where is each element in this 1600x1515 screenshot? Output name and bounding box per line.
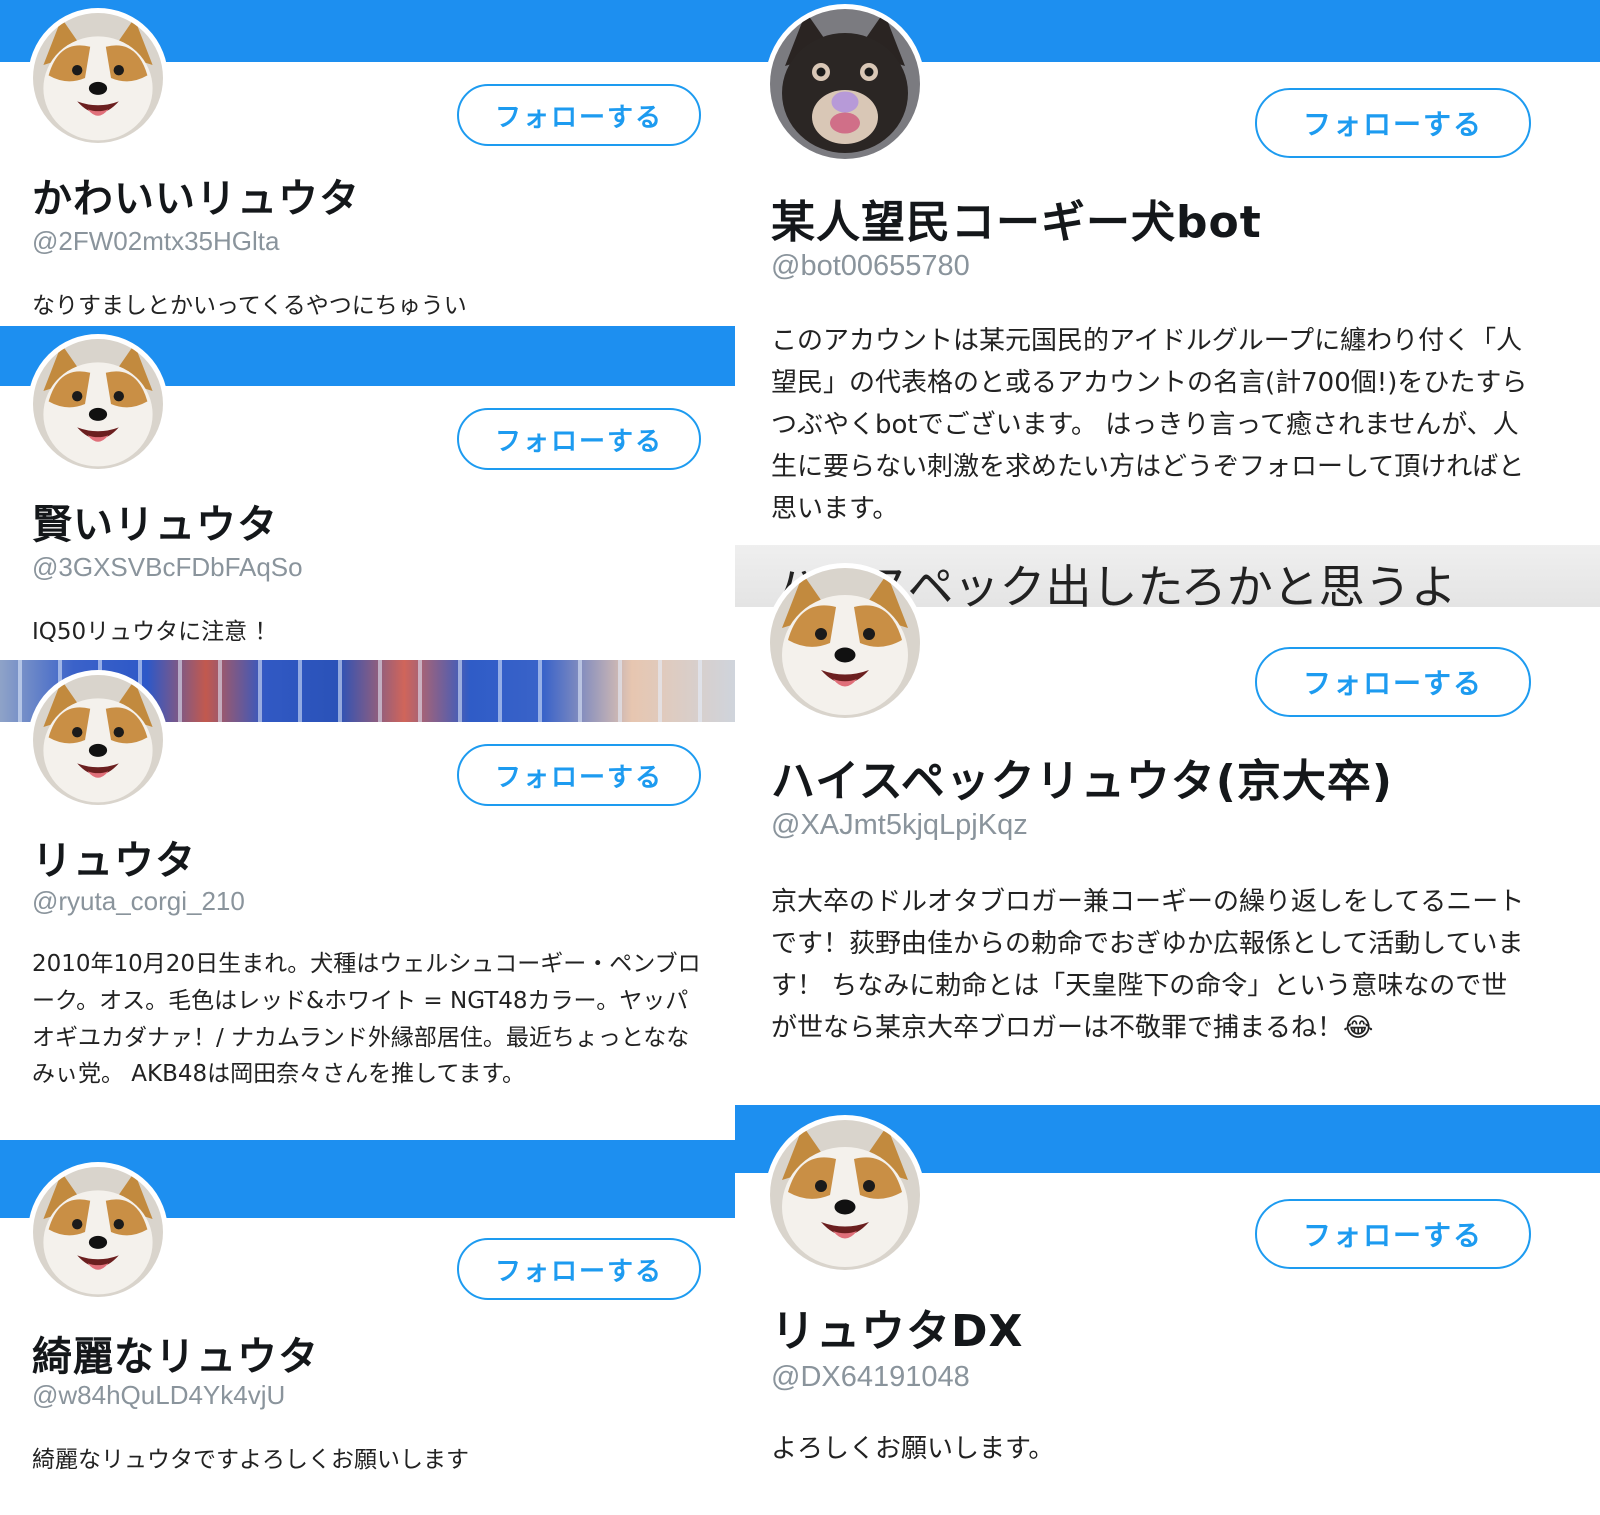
follow-button[interactable]: フォローする — [1255, 647, 1531, 717]
display-name: リュウタDX — [771, 1306, 1024, 1357]
user-handle: @ryuta_corgi_210 — [32, 886, 245, 916]
profile-card-4[interactable]: フォローする 綺麗なリュウタ @w84hQuLD4Yk4vjU 綺麗なリュウタで… — [0, 1140, 735, 1515]
dark-dog-avatar-icon[interactable] — [765, 4, 925, 164]
user-handle: @DX64191048 — [771, 1361, 970, 1393]
follow-button[interactable]: フォローする — [1255, 88, 1531, 158]
user-handle: @XAJmt5kjqLpjKqz — [771, 809, 1028, 841]
corgi-avatar-icon[interactable] — [765, 1115, 925, 1275]
corgi-avatar-icon[interactable] — [28, 1162, 168, 1302]
corgi-avatar-icon[interactable] — [28, 8, 168, 148]
display-name: 賢いリュウタ — [32, 502, 278, 548]
follow-button[interactable]: フォローする — [457, 84, 701, 146]
profile-bio: IQ50リュウタに注意 ！ — [32, 619, 278, 645]
display-name: ハイスペックリュウタ(京大卒) — [771, 756, 1393, 807]
user-handle: @2FW02mtx35HGlta — [32, 226, 280, 256]
follow-button[interactable]: フォローする — [1255, 1199, 1531, 1269]
follow-button[interactable]: フォローする — [457, 744, 701, 806]
profile-card-3[interactable]: フォローする リュウタ @ryuta_corgi_210 2010年10月20日… — [0, 660, 735, 1140]
corgi-avatar-icon[interactable] — [28, 670, 168, 810]
user-handle: @3GXSVBcFDbFAqSo — [32, 552, 303, 582]
display-name: かわいいリュウタ — [32, 176, 360, 222]
profile-bio: このアカウントは某元国民的アイドルグループに纏わり付く「人望民」の代表格のと或る… — [771, 326, 1528, 525]
profile-bio: 2010年10月20日生まれ。犬種はウェルシュコーギー・ペンブローク。オス。毛色… — [32, 951, 701, 1088]
profile-bio: 綺麗なリュウタですよろしくお願いします — [32, 1447, 469, 1473]
profile-bio: 京大卒のドルオタブロガー兼コーギーの繰り返しをしてるニートです！荻野由佳からの勅… — [771, 887, 1525, 1044]
profile-bio: よろしくお願いします。 — [771, 1434, 1055, 1464]
user-handle: @w84hQuLD4Yk4vjU — [32, 1380, 286, 1410]
display-name: リュウタ — [32, 838, 196, 884]
profile-card-2[interactable]: フォローする 賢いリュウタ @3GXSVBcFDbFAqSo IQ50リュウタに… — [0, 326, 735, 660]
profile-card-7[interactable]: フォローする リュウタDX @DX64191048 よろしくお願いします。 — [735, 1105, 1600, 1515]
profile-bio: なりすましとかいってくるやつにちゅうい — [32, 293, 467, 319]
profile-card-5[interactable]: フォローする 某人望民コーギー犬bot @bot00655780 このアカウント… — [735, 0, 1600, 545]
follow-button[interactable]: フォローする — [457, 408, 701, 470]
display-name: 某人望民コーギー犬bot — [771, 197, 1262, 248]
display-name: 綺麗なリュウタ — [32, 1334, 319, 1380]
user-handle: @bot00655780 — [771, 250, 970, 282]
profile-card-6[interactable]: ハイスペック出したろかと思うよ フォローする ハイスペックリュウタ(京大卒) @… — [735, 545, 1600, 1105]
follow-button[interactable]: フォローする — [457, 1238, 701, 1300]
corgi-avatar-icon[interactable] — [765, 563, 925, 723]
profile-card-1[interactable]: フォローする かわいいリュウタ @2FW02mtx35HGlta なりすましとか… — [0, 0, 735, 326]
corgi-avatar-icon[interactable] — [28, 334, 168, 474]
